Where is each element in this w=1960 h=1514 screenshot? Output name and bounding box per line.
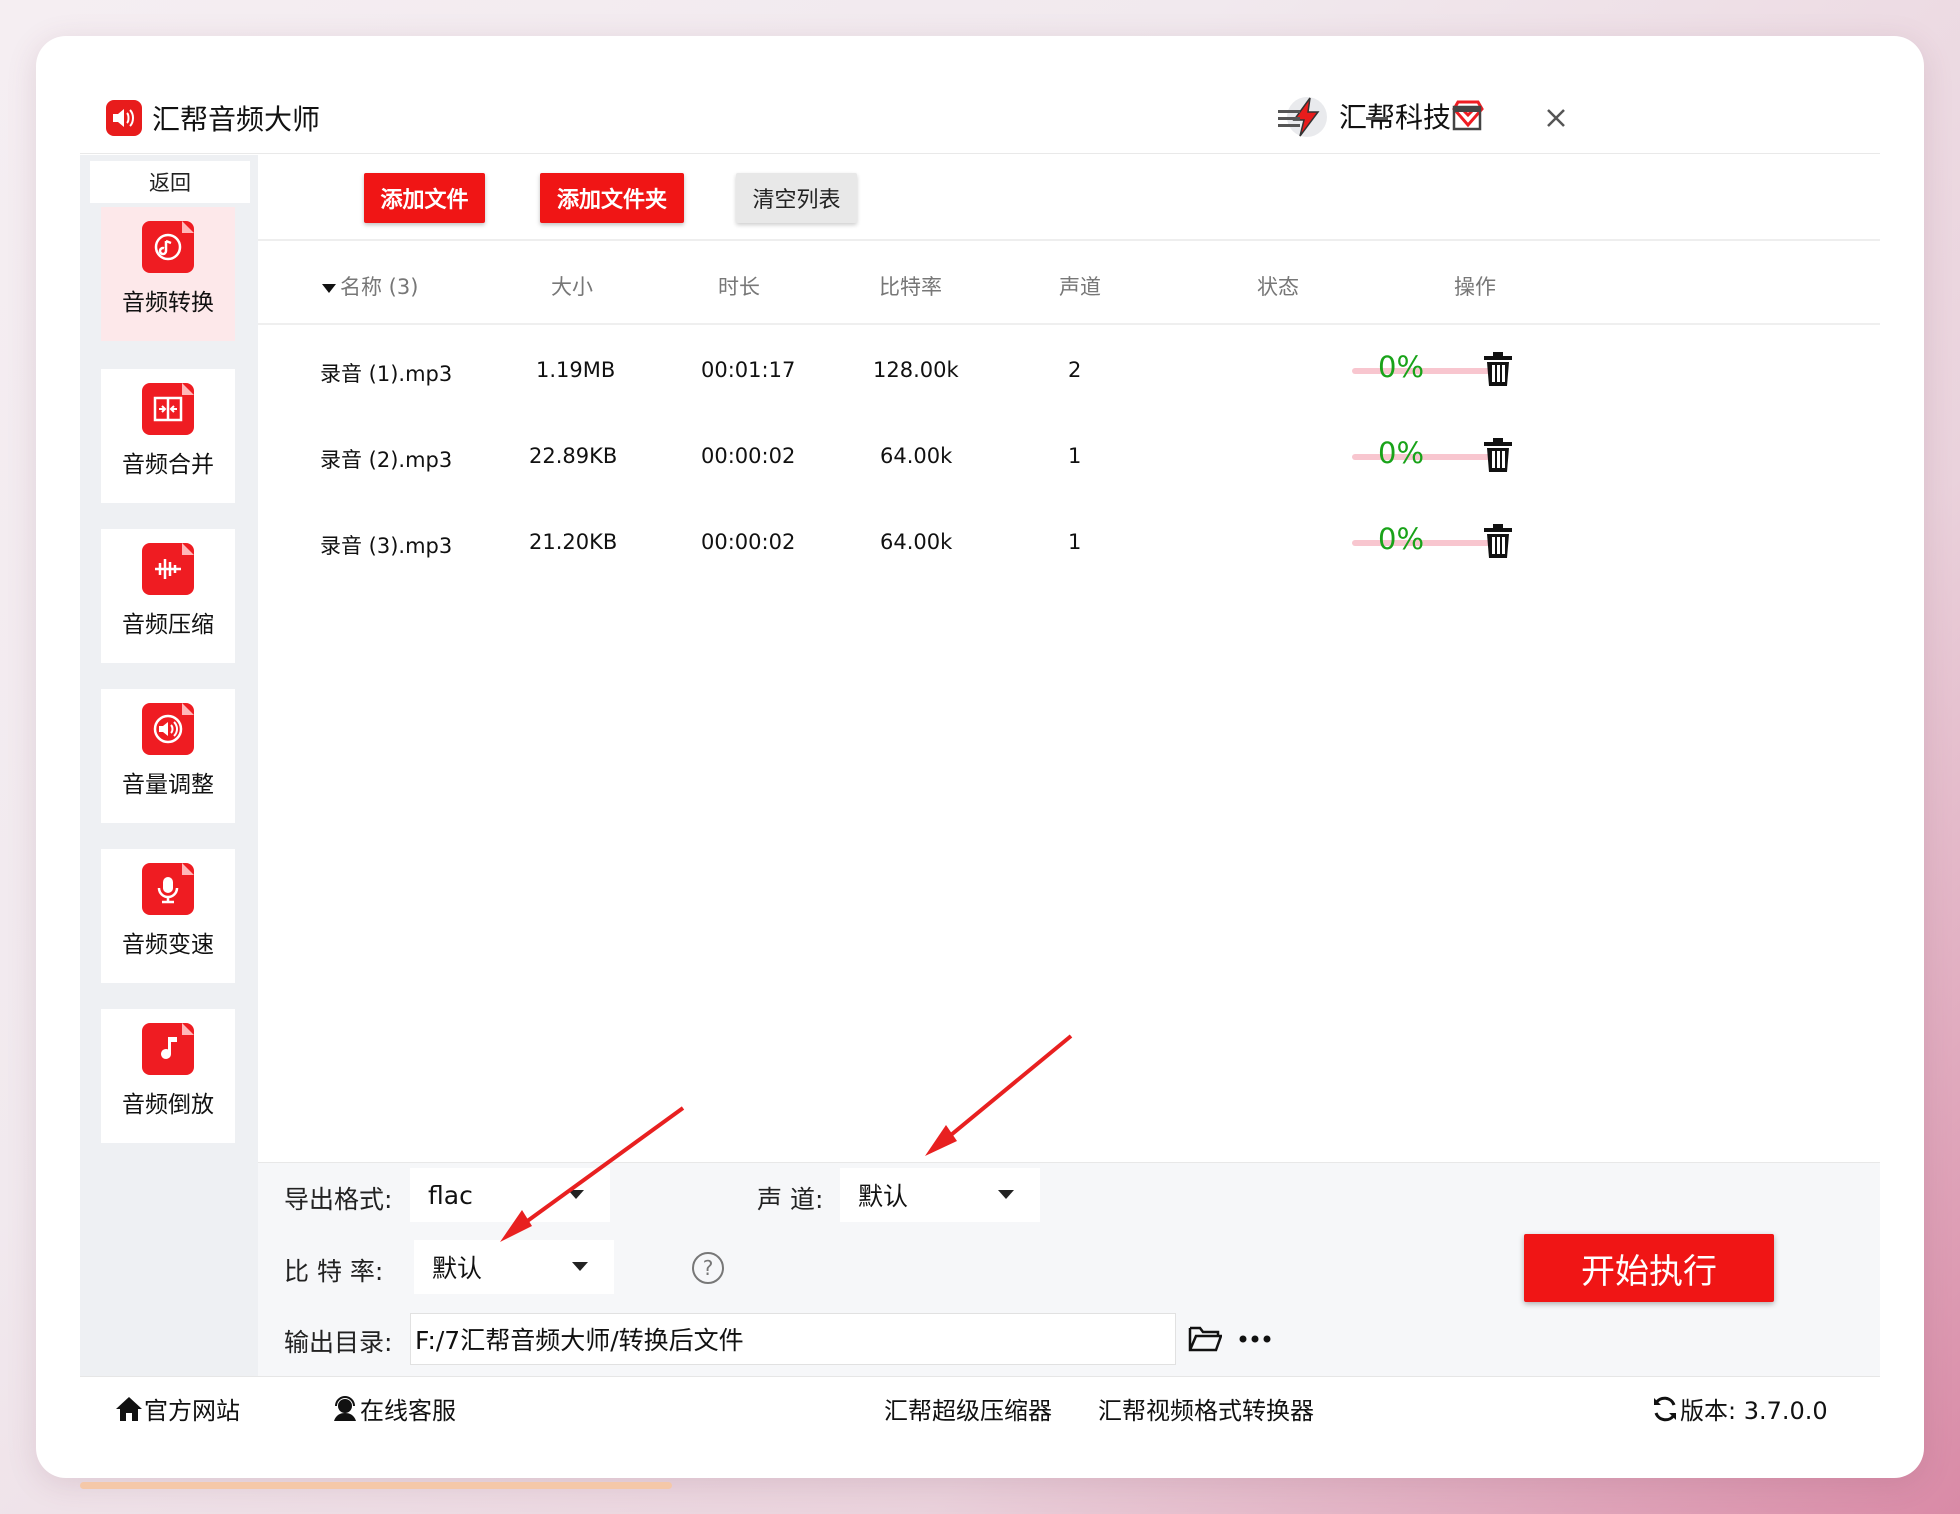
compressor-link[interactable]: 汇帮超级压缩器	[884, 1391, 1052, 1426]
title-bar: 汇帮音频大师 汇帮科技	[80, 80, 1880, 154]
menu-button[interactable]	[1270, 98, 1310, 138]
clear-list-button[interactable]: 清空列表	[736, 173, 857, 223]
file-size: 22.89KB	[529, 444, 618, 468]
file-duration: 00:00:02	[701, 530, 796, 554]
header-bitrate: 比特率	[879, 275, 942, 299]
header-channel: 声道	[1059, 275, 1101, 299]
progress-percent: 0%	[1378, 350, 1425, 384]
app-logo-speaker-icon	[106, 100, 142, 136]
bitrate-label: 比 特 率:	[284, 1257, 384, 1286]
file-size: 21.20KB	[529, 530, 618, 554]
progress-percent: 0%	[1378, 522, 1425, 556]
file-bitrate: 64.00k	[880, 444, 953, 468]
channel-select[interactable]: 默认	[840, 1168, 1040, 1222]
add-file-button[interactable]: 添加文件	[364, 173, 485, 223]
svg-text:?: ?	[703, 1256, 714, 1280]
file-name: 录音 (1).mp3	[320, 362, 453, 386]
close-button[interactable]	[1536, 98, 1576, 138]
progress-percent: 0%	[1378, 436, 1425, 470]
refresh-icon	[1654, 1396, 1676, 1421]
maximize-button[interactable]	[1447, 98, 1487, 138]
output-dir-label: 输出目录:	[284, 1328, 393, 1357]
format-select[interactable]: flac	[410, 1168, 610, 1222]
sidebar-item-audio-reverse[interactable]: 音频倒放	[101, 1009, 235, 1143]
toolbar: 添加文件 添加文件夹 清空列表	[258, 155, 1880, 241]
header-status: 状态	[1257, 275, 1299, 299]
official-website-link[interactable]: 官方网站	[114, 1391, 240, 1426]
video-converter-link[interactable]: 汇帮视频格式转换器	[1098, 1391, 1314, 1426]
sidebar-item-audio-speed[interactable]: 音频变速	[101, 849, 235, 983]
format-label: 导出格式:	[284, 1185, 393, 1214]
chevron-down-icon	[568, 1190, 584, 1199]
music-note-icon	[142, 1023, 194, 1075]
help-question-icon[interactable]: ?	[691, 1251, 725, 1285]
header-duration: 时长	[718, 275, 760, 299]
volume-icon	[142, 703, 194, 755]
delete-trash-icon[interactable]	[1482, 524, 1514, 560]
sidebar: 返回 音频转换 音频合并 音频压缩 音量调整 音频变速 音频倒放	[80, 155, 258, 1376]
table-row[interactable]: 录音 (2).mp3 22.89KB 00:00:02 64.00k 1 0%	[258, 414, 1880, 500]
file-duration: 00:00:02	[701, 444, 796, 468]
delete-trash-icon[interactable]	[1482, 352, 1514, 388]
bitrate-select[interactable]: 默认	[414, 1240, 614, 1294]
file-channel: 1	[1068, 530, 1082, 554]
sidebar-item-label: 音频变速	[122, 932, 214, 958]
hamburger-icon	[1278, 110, 1300, 127]
sidebar-item-audio-merge[interactable]: 音频合并	[101, 369, 235, 503]
sidebar-item-label: 音频合并	[122, 452, 214, 478]
maximize-icon	[1452, 105, 1482, 131]
horizontal-scrollbar[interactable]	[80, 1482, 672, 1489]
channel-label: 声 道:	[757, 1185, 824, 1214]
back-button[interactable]: 返回	[90, 161, 250, 203]
customer-service-icon	[334, 1395, 356, 1421]
more-options-icon[interactable]	[1238, 1334, 1272, 1344]
header-action: 操作	[1454, 275, 1496, 299]
close-icon	[1547, 109, 1565, 127]
table-row[interactable]: 录音 (1).mp3 1.19MB 00:01:17 128.00k 2 0%	[258, 328, 1880, 414]
app-title: 汇帮音频大师	[152, 103, 321, 136]
audio-compress-icon	[142, 543, 194, 595]
sidebar-item-audio-convert[interactable]: 音频转换	[101, 207, 235, 341]
file-duration: 00:01:17	[701, 358, 796, 382]
sidebar-item-label: 音频压缩	[122, 612, 214, 638]
sidebar-item-label: 音频倒放	[122, 1092, 214, 1118]
output-dir-input[interactable]: F:/7汇帮音频大师/转换后文件	[410, 1313, 1176, 1365]
delete-trash-icon[interactable]	[1482, 438, 1514, 474]
sidebar-item-audio-compress[interactable]: 音频压缩	[101, 529, 235, 663]
chevron-down-icon	[572, 1262, 588, 1271]
online-support-link[interactable]: 在线客服	[330, 1391, 456, 1426]
app-window: 汇帮音频大师 汇帮科技 返回 音频转换 音频合并 音频压缩 音量调整 音频变速 …	[80, 80, 1880, 1436]
minimize-icon	[1366, 117, 1388, 120]
sidebar-item-label: 音频转换	[122, 290, 214, 316]
file-bitrate: 64.00k	[880, 530, 953, 554]
chevron-down-icon	[998, 1190, 1014, 1199]
add-folder-button[interactable]: 添加文件夹	[540, 173, 684, 223]
file-name: 录音 (2).mp3	[320, 448, 453, 472]
audio-merge-icon	[142, 383, 194, 435]
sidebar-item-label: 音量调整	[122, 772, 214, 798]
folder-open-icon[interactable]	[1188, 1324, 1222, 1354]
start-execute-button[interactable]: 开始执行	[1524, 1234, 1774, 1302]
sidebar-item-volume[interactable]: 音量调整	[101, 689, 235, 823]
header-size: 大小	[551, 275, 593, 299]
sort-name-header[interactable]: 名称 (3)	[322, 271, 418, 301]
table-row[interactable]: 录音 (3).mp3 21.20KB 00:00:02 64.00k 1 0%	[258, 500, 1880, 586]
audio-convert-icon	[142, 221, 194, 273]
home-icon	[116, 1396, 142, 1421]
file-bitrate: 128.00k	[873, 358, 959, 382]
table-header: 名称 (3) 大小 时长 比特率 声道 状态 操作	[258, 243, 1880, 325]
footer-bar: 官方网站 在线客服 汇帮超级压缩器 汇帮视频格式转换器 版本: 3.7.0.0	[80, 1376, 1880, 1436]
file-channel: 1	[1068, 444, 1082, 468]
file-name: 录音 (3).mp3	[320, 534, 453, 558]
sort-desc-icon	[322, 283, 336, 293]
minimize-button[interactable]	[1358, 98, 1398, 138]
file-channel: 2	[1068, 358, 1082, 382]
microphone-icon	[142, 863, 194, 915]
version-info[interactable]: 版本: 3.7.0.0	[1650, 1391, 1828, 1426]
file-size: 1.19MB	[536, 358, 616, 382]
